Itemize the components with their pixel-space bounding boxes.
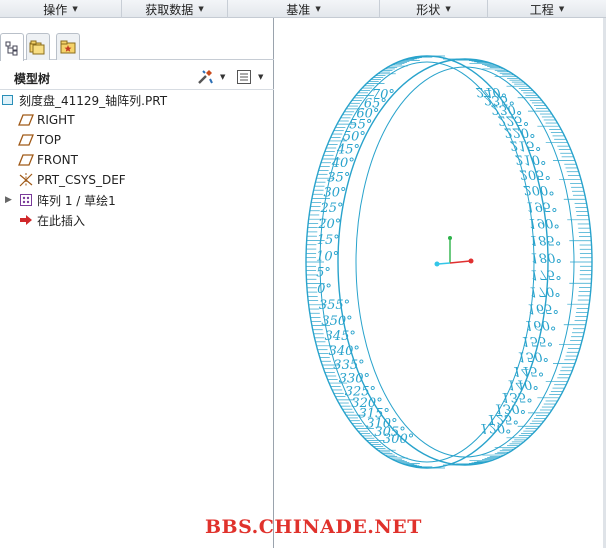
- tree-item-label: 刻度盘_41129_轴阵列.PRT: [19, 93, 168, 108]
- navigator-panel: 模型树 ▼ ▼ 刻度盘_41129_轴阵列.PRT RIGHT TOP FRON…: [0, 18, 274, 548]
- ribbon-group-label: 基准: [286, 2, 311, 17]
- dial-degree-label: 20°: [317, 217, 341, 232]
- dial-degree-label: 340°: [329, 344, 360, 359]
- tree-item-part[interactable]: 刻度盘_41129_轴阵列.PRT: [0, 90, 274, 110]
- app-window: 操作 ▼ 获取数据 ▼ 基准 ▼ 形状 ▼ 工程 ▼ 模型树 ▼ ▼ 刻度盘_4…: [0, 0, 606, 548]
- csys-x-tip: [468, 258, 474, 264]
- dial-degree-label: 30°: [324, 185, 347, 200]
- tree-item-label: 在此插入: [37, 213, 86, 228]
- dial-degree-label: 215°: [509, 137, 541, 152]
- ribbon-group-shapes[interactable]: 形状 ▼: [380, 0, 488, 18]
- model-tree: 刻度盘_41129_轴阵列.PRT RIGHT TOP FRONT PRT_CS…: [0, 90, 274, 230]
- dial-degree-label: 70°: [372, 88, 395, 103]
- pattern-icon: [18, 192, 34, 208]
- ribbon-group-operations[interactable]: 操作 ▼: [0, 0, 122, 18]
- insert-arrow-icon: [18, 212, 34, 228]
- tree-item-label: PRT_CSYS_DEF: [37, 173, 126, 187]
- dial-degree-label: 0°: [317, 282, 332, 297]
- dial-degree-label: 220°: [503, 124, 535, 139]
- dial-degree-label: 175°: [530, 267, 561, 282]
- dial-degree-label: 180°: [531, 249, 562, 264]
- tree-item-top[interactable]: TOP: [0, 130, 274, 150]
- ribbon-group-bar: 操作 ▼ 获取数据 ▼ 基准 ▼ 形状 ▼ 工程 ▼: [0, 0, 606, 18]
- csys-z-axis: [437, 262, 451, 265]
- graphics-window[interactable]: 300° 305° 310° 315° 320° 325° 330° 335° 340° 345°…: [275, 18, 606, 548]
- model-tree-header: 模型树 ▼ ▼: [0, 64, 274, 90]
- tree-item-label: FRONT: [37, 153, 78, 167]
- datum-plane-icon: [18, 112, 34, 128]
- dial-degree-label: 190°: [529, 215, 560, 230]
- tools-icon: [198, 70, 213, 84]
- chevron-down-icon: ▼: [72, 5, 78, 13]
- csys-x-axis: [449, 260, 471, 264]
- tree-item-insert-here[interactable]: 在此插入: [0, 210, 274, 230]
- dial-degree-label: 205°: [519, 166, 551, 181]
- expand-arrow-icon[interactable]: ▶: [5, 195, 12, 205]
- ribbon-group-engineering[interactable]: 工程 ▼: [488, 0, 606, 18]
- dial-degree-label: 170°: [529, 284, 560, 299]
- chevron-down-icon: ▼: [558, 5, 565, 13]
- csys-icon: [18, 172, 34, 188]
- dial-degree-label: 35°: [327, 170, 350, 185]
- navigator-tabstrip: [0, 30, 274, 61]
- tree-item-csys[interactable]: PRT_CSYS_DEF: [0, 170, 274, 190]
- dial-degree-label: 165°: [528, 301, 559, 316]
- chevron-down-icon: ▼: [258, 73, 264, 81]
- tree-settings-button[interactable]: ▼: [196, 67, 225, 87]
- folder-stack-icon: [29, 40, 45, 55]
- model-tree-title: 模型树: [14, 72, 51, 86]
- datum-plane-icon: [18, 132, 34, 148]
- tree-item-pattern[interactable]: ▶ 阵列 1 / 草绘1: [0, 190, 274, 210]
- dial-degree-label: 145°: [513, 363, 544, 378]
- dial-degree-label: 45°: [336, 142, 360, 157]
- list-view-icon: [237, 70, 251, 84]
- dial-degree-label: 350°: [321, 314, 352, 329]
- ribbon-group-label: 获取数据: [145, 2, 194, 17]
- dial-degree-label: 150°: [518, 348, 549, 363]
- dial-degree-label: 345°: [325, 329, 356, 344]
- tab-folder-browser[interactable]: [26, 33, 50, 60]
- tree-item-label: RIGHT: [37, 113, 75, 127]
- dial-degree-label: 160°: [525, 317, 556, 332]
- dial-degree-label: 195°: [526, 198, 557, 213]
- datum-plane-icon: [18, 152, 34, 168]
- tab-model-tree[interactable]: [0, 33, 24, 61]
- dial-degree-label: 15°: [317, 233, 340, 248]
- dial-degree-label: 210°: [514, 152, 546, 167]
- csys-y-tip: [448, 236, 452, 240]
- chevron-down-icon: ▼: [198, 5, 204, 13]
- dial-degree-label: 355°: [319, 298, 350, 313]
- tree-item-right[interactable]: RIGHT: [0, 110, 274, 130]
- csys-z-tip: [434, 261, 440, 267]
- dial-degree-label: 120°: [480, 420, 511, 435]
- model-tree-icon: [5, 41, 18, 55]
- chevron-down-icon: ▼: [315, 5, 321, 13]
- tree-item-label: TOP: [37, 133, 62, 147]
- dial-degree-label: 40°: [331, 156, 355, 171]
- tree-item-label: 阵列 1 / 草绘1: [37, 193, 116, 208]
- dial-model-view: 300°305°310°315°320°325°330°335°340°345°…: [305, 55, 593, 469]
- chevron-down-icon: ▼: [220, 73, 226, 81]
- tree-show-button[interactable]: ▼: [236, 67, 263, 87]
- tab-favorites[interactable]: [56, 33, 80, 60]
- ribbon-group-label: 工程: [529, 2, 554, 17]
- dial-degree-label: 10°: [316, 249, 339, 264]
- ribbon-group-datum[interactable]: 基准 ▼: [228, 0, 380, 18]
- tree-item-front[interactable]: FRONT: [0, 150, 274, 170]
- dial-degree-label: 185°: [530, 232, 561, 247]
- dial-degree-label: 200°: [522, 182, 554, 197]
- dial-degree-label: 335°: [333, 358, 364, 373]
- ribbon-group-label: 形状: [416, 2, 441, 17]
- dial-degree-label: 25°: [319, 201, 343, 216]
- dial-degree-label: 5°: [316, 266, 331, 281]
- watermark-text: BBS.CHINADE.NET: [205, 516, 422, 538]
- ribbon-group-label: 操作: [43, 2, 68, 17]
- dial-degree-label: 330°: [339, 372, 370, 387]
- part-icon: [0, 92, 16, 108]
- dial-degree-label: 155°: [522, 333, 553, 348]
- chevron-down-icon: ▼: [445, 5, 451, 13]
- ribbon-group-get-data[interactable]: 获取数据 ▼: [122, 0, 228, 18]
- favorites-folder-icon: [60, 40, 76, 54]
